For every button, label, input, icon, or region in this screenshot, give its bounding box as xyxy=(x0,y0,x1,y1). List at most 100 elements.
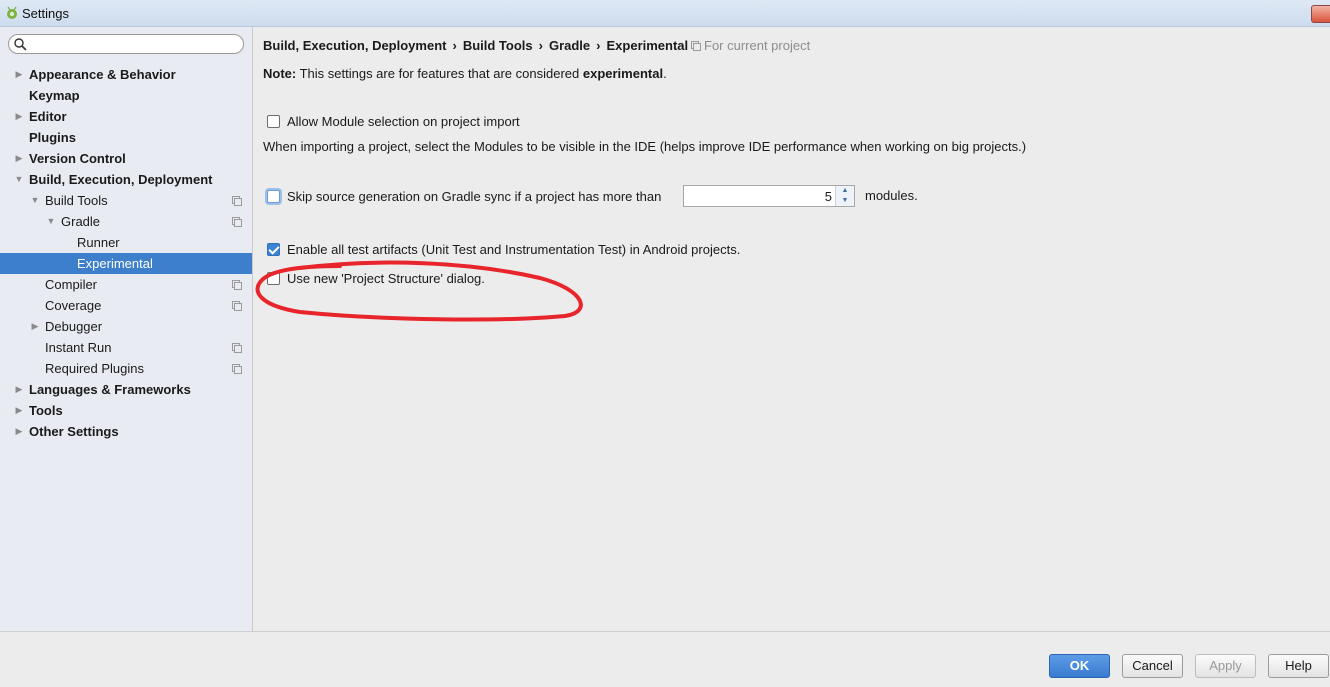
sidebar-item-required-plugins[interactable]: Required Plugins xyxy=(0,358,252,379)
collapsed-arrow-icon[interactable]: ▶ xyxy=(14,106,24,127)
sidebar-item-tools[interactable]: ▶ Tools xyxy=(0,400,252,421)
search-icon xyxy=(14,38,27,51)
collapsed-arrow-icon[interactable]: ▶ xyxy=(14,379,24,400)
sidebar-item-label: Instant Run xyxy=(45,340,112,355)
sidebar-item-label: Runner xyxy=(77,235,120,250)
module-selection-description: When importing a project, select the Mod… xyxy=(263,139,1027,154)
sidebar-item-compiler[interactable]: Compiler xyxy=(0,274,252,295)
sidebar-item-label: Other Settings xyxy=(29,424,119,439)
note-emphasis: experimental xyxy=(582,66,664,81)
sidebar-item-debugger[interactable]: ▶ Debugger xyxy=(0,316,252,337)
settings-sidebar: ▶ Appearance & Behavior Keymap ▶ Editor Plugi… xyxy=(0,27,253,631)
expanded-arrow-icon[interactable]: ▼ xyxy=(14,169,24,190)
sidebar-item-label: Build Tools xyxy=(45,193,108,208)
breadcrumb-item: Gradle xyxy=(548,38,591,53)
project-structure-label: Use new 'Project Structure' dialog. xyxy=(287,271,485,286)
sidebar-item-label: Languages & Frameworks xyxy=(29,382,191,397)
collapsed-arrow-icon[interactable]: ▶ xyxy=(14,421,24,442)
sidebar-item-experimental[interactable]: Experimental xyxy=(0,253,252,274)
option-skip-source[interactable]: Skip source generation on Gradle sync if… xyxy=(267,189,661,204)
modules-suffix: modules. xyxy=(865,188,918,203)
collapsed-arrow-icon[interactable]: ▶ xyxy=(14,64,24,85)
project-scope-icon xyxy=(232,301,242,311)
help-button[interactable]: Help xyxy=(1268,654,1329,678)
sidebar-item-version-control[interactable]: ▶ Version Control xyxy=(0,148,252,169)
spinner-arrows: ▲ ▼ xyxy=(835,186,854,206)
sidebar-item-plugins[interactable]: Plugins xyxy=(0,127,252,148)
note-suffix: . xyxy=(663,66,667,81)
project-scope-icon xyxy=(232,217,242,227)
sidebar-item-label: Appearance & Behavior xyxy=(29,67,176,82)
sidebar-item-label: Build, Execution, Deployment xyxy=(29,172,213,187)
sidebar-item-label: Experimental xyxy=(77,256,153,271)
option-module-selection[interactable]: Allow Module selection on project import xyxy=(267,114,520,129)
sidebar-item-label: Coverage xyxy=(45,298,102,313)
experimental-note: Note: This settings are for features tha… xyxy=(263,66,667,81)
sidebar-item-label: Editor xyxy=(29,109,67,124)
skip-source-label: Skip source generation on Gradle sync if… xyxy=(287,189,662,204)
spinner-up-icon[interactable]: ▲ xyxy=(836,186,854,196)
project-structure-checkbox[interactable] xyxy=(267,272,280,285)
scope-indicator: For current project xyxy=(691,38,810,53)
sidebar-item-coverage[interactable]: Coverage xyxy=(0,295,252,316)
sidebar-item-keymap[interactable]: Keymap xyxy=(0,85,252,106)
spinner-down-icon[interactable]: ▼ xyxy=(836,196,854,206)
close-window-button[interactable] xyxy=(1311,5,1330,23)
sidebar-item-gradle[interactable]: ▼ Gradle xyxy=(0,211,252,232)
note-prefix: Note: xyxy=(263,66,297,81)
skip-source-checkbox[interactable] xyxy=(267,190,280,203)
expanded-arrow-icon[interactable]: ▼ xyxy=(46,211,56,232)
scope-label: For current project xyxy=(704,38,811,53)
collapsed-arrow-icon[interactable]: ▶ xyxy=(14,400,24,421)
breadcrumb-separator: › xyxy=(596,38,601,53)
sidebar-item-instant-run[interactable]: Instant Run xyxy=(0,337,252,358)
cancel-button[interactable]: Cancel xyxy=(1122,654,1183,678)
expanded-arrow-icon[interactable]: ▼ xyxy=(30,190,40,211)
module-selection-label: Allow Module selection on project import xyxy=(287,114,520,129)
settings-search-input[interactable] xyxy=(8,34,244,54)
window-title: Settings xyxy=(22,6,69,21)
note-text: This settings are for features that are … xyxy=(296,66,583,81)
breadcrumb-separator: › xyxy=(452,38,457,53)
project-scope-icon xyxy=(691,41,701,51)
apply-button[interactable]: Apply xyxy=(1195,654,1256,678)
dialog-button-bar: OK Cancel Apply Help xyxy=(0,631,1330,687)
project-scope-icon xyxy=(232,280,242,290)
breadcrumb-item: Build, Execution, Deployment xyxy=(263,38,447,53)
sidebar-item-build-tools[interactable]: ▼ Build Tools xyxy=(0,190,252,211)
collapsed-arrow-icon[interactable]: ▶ xyxy=(30,316,40,337)
project-scope-icon xyxy=(232,343,242,353)
option-project-structure[interactable]: Use new 'Project Structure' dialog. xyxy=(267,271,485,286)
sidebar-item-editor[interactable]: ▶ Editor xyxy=(0,106,252,127)
sidebar-item-label: Keymap xyxy=(29,88,80,103)
sidebar-item-label: Required Plugins xyxy=(45,361,145,376)
option-test-artifacts[interactable]: Enable all test artifacts (Unit Test and… xyxy=(267,242,740,257)
test-artifacts-checkbox[interactable] xyxy=(267,243,280,256)
collapsed-arrow-icon[interactable]: ▶ xyxy=(14,148,24,169)
breadcrumb-item: Build Tools xyxy=(462,38,533,53)
module-count-value[interactable]: 5 xyxy=(825,189,832,204)
sidebar-item-label: Compiler xyxy=(45,277,98,292)
breadcrumb: Build, Execution, Deployment › Build Tools… xyxy=(263,38,688,53)
sidebar-item-runner[interactable]: Runner xyxy=(0,232,252,253)
sidebar-item-other-settings[interactable]: ▶ Other Settings xyxy=(0,421,252,442)
test-artifacts-label: Enable all test artifacts (Unit Test and… xyxy=(287,242,741,257)
sidebar-item-label: Gradle xyxy=(61,214,101,229)
sidebar-item-label: Debugger xyxy=(45,319,103,334)
settings-tree: ▶ Appearance & Behavior Keymap ▶ Editor Plugi… xyxy=(0,64,252,442)
settings-content: Build, Execution, Deployment › Build Tools… xyxy=(253,27,1330,631)
sidebar-item-appearance-behavior[interactable]: ▶ Appearance & Behavior xyxy=(0,64,252,85)
sidebar-item-label: Plugins xyxy=(29,130,76,145)
sidebar-item-label: Tools xyxy=(29,403,63,418)
sidebar-item-build-execution-deployment[interactable]: ▼ Build, Execution, Deployment xyxy=(0,169,252,190)
module-selection-checkbox[interactable] xyxy=(267,115,280,128)
breadcrumb-item: Experimental xyxy=(606,38,689,53)
project-scope-icon xyxy=(232,196,242,206)
ok-button[interactable]: OK xyxy=(1049,654,1110,678)
module-count-spinner[interactable]: 5 ▲ ▼ xyxy=(683,185,855,207)
sidebar-item-label: Version Control xyxy=(29,151,126,166)
sidebar-item-languages-frameworks[interactable]: ▶ Languages & Frameworks xyxy=(0,379,252,400)
breadcrumb-separator: › xyxy=(538,38,543,53)
project-scope-icon xyxy=(232,364,242,374)
android-studio-icon xyxy=(7,6,17,19)
